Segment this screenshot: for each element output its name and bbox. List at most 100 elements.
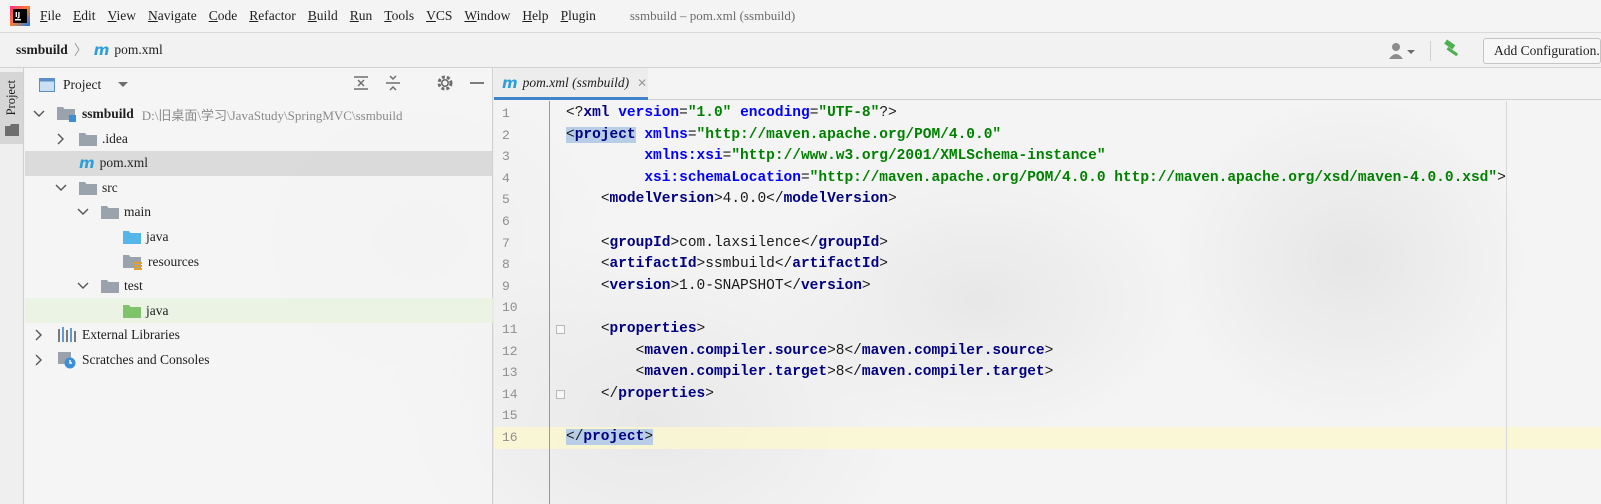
code-line[interactable]: <artifactId>ssmbuild</artifactId> (566, 254, 888, 276)
tree-item-pom-xml[interactable]: m pom.xml (25, 151, 493, 176)
code-line[interactable]: xmlns:xsi="http://www.w3.org/2001/XMLSch… (566, 146, 1105, 168)
add-configuration-button[interactable]: Add Configuration... (1483, 38, 1601, 64)
gear-icon[interactable] (436, 74, 454, 96)
editor-tab-pom[interactable]: m pom.xml (ssmbuild) ✕ (494, 68, 648, 100)
editor-area: m pom.xml (ssmbuild) ✕ <?xml version="1.… (494, 68, 1601, 504)
tree-item-label: src (102, 179, 118, 195)
close-icon[interactable]: ✕ (637, 76, 647, 90)
breadcrumb-separator-icon: 〉 (73, 44, 88, 59)
project-panel: Project ssmbuild D:\旧桌面\学习\JavaStudy\Spri… (25, 68, 493, 504)
project-panel-title[interactable]: Project (63, 77, 101, 93)
editor-tab-label: pom.xml (ssmbuild) (522, 74, 630, 90)
chevron-right-icon[interactable] (55, 133, 67, 145)
menu-run[interactable]: Run (350, 8, 373, 24)
chevron-down-icon[interactable] (117, 81, 129, 89)
tree-item-label: java (146, 302, 169, 318)
code-line[interactable]: <project xmlns="http://maven.apache.org/… (566, 125, 1001, 147)
code-line[interactable]: <properties> (566, 319, 705, 341)
menu-tools[interactable]: Tools (384, 8, 414, 24)
menu-refactor[interactable]: Refactor (249, 8, 295, 24)
code-line[interactable]: <modelVersion>4.0.0</modelVersion> (566, 189, 897, 211)
window-title: ssmbuild – pom.xml (ssmbuild) (629, 8, 796, 23)
editor-tab-bar: m pom.xml (ssmbuild) ✕ (494, 68, 1601, 100)
tree-item-label: .idea (102, 130, 128, 146)
tree-item-main[interactable]: main (25, 200, 493, 225)
project-panel-header: Project (25, 68, 492, 102)
menu-vcs[interactable]: VCS (426, 8, 452, 24)
line-number: 11 (502, 322, 518, 337)
module-folder-icon (57, 106, 77, 123)
code-line[interactable]: <?xml version="1.0" encoding="UTF-8"?> (566, 103, 897, 125)
folder-icon (79, 181, 97, 195)
code-line[interactable]: <groupId>com.laxsilence</groupId> (566, 233, 888, 255)
menu-help[interactable]: Help (522, 8, 548, 24)
tree-item-src[interactable]: src (25, 176, 493, 201)
code-line[interactable]: <maven.compiler.target>8</maven.compiler… (566, 362, 1054, 384)
build-hammer-icon[interactable] (1443, 39, 1463, 63)
chevron-right-icon[interactable] (33, 329, 45, 341)
fold-marker-icon[interactable] (556, 389, 565, 399)
chevron-down-icon[interactable] (77, 206, 89, 218)
menu-code[interactable]: Code (209, 8, 238, 24)
tree-item-label: Scratches and Consoles (82, 351, 210, 367)
tree-item-label: java (146, 229, 169, 244)
project-tool-tab[interactable]: Project (0, 72, 23, 144)
line-number: 6 (502, 214, 510, 229)
breadcrumb-file[interactable]: pom.xml (114, 42, 162, 58)
line-number: 8 (502, 257, 510, 273)
menu-view[interactable]: View (108, 8, 136, 24)
tree-item-label: pom.xml (99, 155, 149, 171)
menu-edit[interactable]: Edit (73, 8, 96, 24)
scratches-icon (57, 351, 77, 369)
breadcrumb-project[interactable]: ssmbuild (16, 42, 68, 58)
tree-item-label: External Libraries (82, 327, 180, 343)
navigation-bar: ssmbuild 〉 m pom.xml Add Configuration..… (0, 32, 1601, 68)
chevron-right-icon[interactable] (33, 354, 45, 366)
tree-item-java[interactable]: java (25, 298, 493, 323)
tree-item-scratches-and-consoles[interactable]: Scratches and Consoles (25, 348, 493, 373)
line-number: 12 (502, 343, 518, 359)
tree-item-ssmbuild[interactable]: ssmbuild D:\旧桌面\学习\JavaStudy\SpringMVC\ss… (25, 102, 493, 127)
tree-item-idea[interactable]: .idea (25, 127, 493, 152)
tree-item-resources[interactable]: resources (25, 249, 493, 274)
resources-folder-icon (123, 254, 143, 270)
code-line[interactable]: <maven.compiler.source>8</maven.compiler… (566, 341, 1054, 363)
gutter-separator (549, 101, 550, 504)
project-tool-tab-label: Project (4, 80, 18, 116)
menu-bar: IJ File Edit View Navigate Code Refactor Build… (0, 0, 1601, 32)
menu-window[interactable]: Window (464, 8, 510, 24)
fold-marker-icon[interactable] (556, 325, 565, 334)
folder-icon (101, 279, 119, 294)
code-line[interactable]: </project> (566, 427, 654, 449)
chevron-down-icon[interactable] (77, 280, 89, 292)
chevron-down-icon[interactable] (55, 182, 67, 194)
maven-file-icon: m (93, 41, 110, 59)
menu-plugin[interactable]: Plugin (561, 8, 596, 24)
code-line[interactable]: <version>1.0-SNAPSHOT</version> (566, 276, 871, 298)
folder-icon (101, 205, 119, 220)
menu-navigate[interactable]: Navigate (148, 8, 197, 24)
line-number: 5 (502, 192, 510, 208)
menu-file[interactable]: File (40, 8, 61, 24)
line-number: 14 (502, 386, 518, 402)
menu-build[interactable]: Build (308, 8, 338, 24)
minimize-icon[interactable] (468, 74, 486, 96)
left-tool-stripe: Project (0, 68, 24, 504)
expand-all-icon[interactable] (352, 74, 370, 96)
code-line[interactable]: </properties> (566, 384, 714, 406)
line-number: 15 (502, 408, 518, 424)
chevron-down-icon[interactable] (33, 108, 45, 120)
right-margin-guide (1506, 101, 1507, 504)
code-line[interactable]: xsi:schemaLocation="http://maven.apache.… (566, 168, 1505, 190)
tree-item-test[interactable]: test (25, 274, 493, 299)
source-folder-icon (123, 230, 141, 244)
tree-item-label: test (124, 278, 143, 294)
tree-item-java[interactable]: java (25, 225, 493, 250)
folder-icon (79, 132, 97, 146)
collapse-all-icon[interactable] (384, 74, 402, 96)
test-folder-icon (123, 304, 141, 318)
tree-item-external-libraries[interactable]: External Libraries (25, 323, 493, 348)
user-icon[interactable] (1386, 40, 1420, 62)
